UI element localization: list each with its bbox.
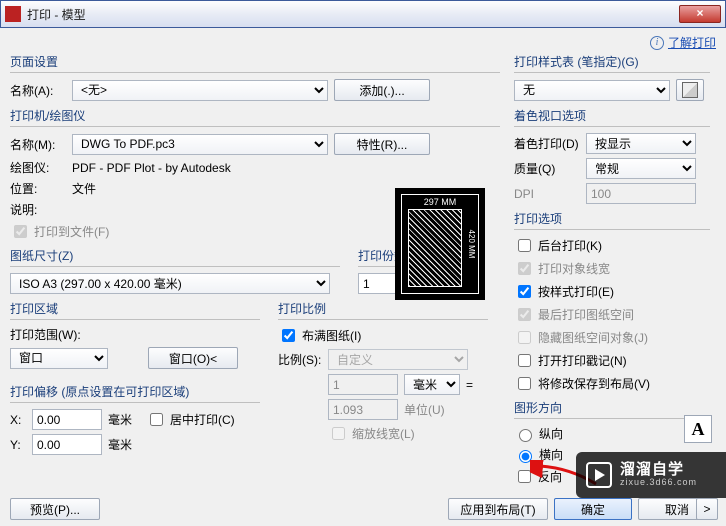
offset-y-input[interactable] [32,434,102,455]
scale-unit-label: 单位(U) [404,401,445,418]
plotter-label: 绘图仪: [10,159,66,176]
scale-den-input [328,399,398,420]
page-setup-name-label: 名称(A): [10,82,66,99]
add-page-setup-button[interactable]: 添加(.)... [334,79,430,101]
fit-to-paper-input[interactable] [282,329,295,342]
print-to-file-checkbox: 打印到文件(F) [10,222,109,241]
stamp-checkbox[interactable]: 打开打印戳记(N) [514,351,627,370]
preview-height-label: 420 MM [467,230,476,259]
style-table-title: 打印样式表 (笔指定)(G) [514,53,710,73]
offset-x-input[interactable] [32,409,102,430]
print-range-select[interactable]: 窗口 [10,348,108,369]
object-lineweight-checkbox: 打印对象线宽 [514,259,610,278]
shade-print-select[interactable]: 按显示 [586,133,696,154]
desc-label: 说明: [10,201,66,218]
window-pick-button[interactable]: 窗口(O)< [148,347,238,369]
viewport-title: 着色视口选项 [514,107,710,127]
print-range-label: 打印范围(W): [10,326,260,343]
by-style-checkbox[interactable]: 按样式打印(E) [514,282,614,301]
background-print-checkbox[interactable]: 后台打印(K) [514,236,602,255]
print-options-title: 打印选项 [514,210,710,230]
fit-to-paper-checkbox[interactable]: 布满图纸(I) [278,326,361,345]
print-area-title: 打印区域 [10,300,260,320]
dpi-label: DPI [514,187,580,201]
scale-ratio-select: 自定义 [328,349,468,370]
learn-print-link[interactable]: 了解打印 [668,34,716,51]
quality-label: 质量(Q) [514,160,580,177]
info-icon[interactable]: i [650,36,664,50]
where-value: 文件 [72,180,96,197]
page-setup-title: 页面设置 [10,53,500,73]
window-title: 打印 - 模型 [27,6,679,23]
preview-hatch [408,209,462,287]
pencil-icon [682,80,698,100]
scale-title: 打印比例 [278,300,488,320]
print-to-file-input [14,225,27,238]
style-table-edit-button[interactable] [676,79,704,101]
paper-preview: 297 MM 420 MM [395,188,485,300]
shade-print-label: 着色打印(D) [514,135,580,152]
scale-equals: = [466,378,473,392]
scale-unit-select[interactable]: 毫米 [404,374,460,395]
offset-y-label: Y: [10,438,26,452]
plotter-value: PDF - PDF Plot - by Autodesk [72,161,231,175]
scale-lineweight-input [332,427,345,440]
offset-y-unit: 毫米 [108,436,132,453]
reverse-checkbox[interactable]: 反向 [514,467,562,486]
space-last-checkbox: 最后打印图纸空间 [514,305,634,324]
printer-name-label: 名称(M): [10,136,66,153]
scale-num-input [328,374,398,395]
orientation-icon: A [684,415,712,443]
preview-button[interactable]: 预览(P)... [10,498,100,520]
titlebar: 打印 - 模型 × [0,0,726,28]
app-icon [5,6,21,22]
paper-size-select[interactable]: ISO A3 (297.00 x 420.00 毫米) [10,273,330,294]
ok-button[interactable]: 确定 [554,498,632,520]
quality-select[interactable]: 常规 [586,158,696,179]
paper-size-title: 图纸尺寸(Z) [10,247,340,267]
printer-properties-button[interactable]: 特性(R)... [334,133,430,155]
page-setup-name-select[interactable]: <无> [72,80,328,101]
portrait-radio[interactable]: 纵向 [514,425,563,442]
save-layout-checkbox[interactable]: 将修改保存到布局(V) [514,374,650,393]
apply-to-layout-button[interactable]: 应用到布局(T) [448,498,548,520]
close-button[interactable]: × [679,5,721,23]
orientation-title: 图形方向 [514,399,710,419]
center-print-checkbox[interactable]: 居中打印(C) [146,410,235,429]
preview-width-label: 297 MM [424,197,457,207]
hide-space-checkbox: 隐藏图纸空间对象(J) [514,328,648,347]
printer-name-select[interactable]: DWG To PDF.pc3 [72,134,328,155]
printer-title: 打印机/绘图仪 [10,107,500,127]
style-table-select[interactable]: 无 [514,80,670,101]
where-label: 位置: [10,180,66,197]
landscape-radio[interactable]: 横向 [514,446,563,463]
dpi-input [586,183,696,204]
scale-lineweight-checkbox: 缩放线宽(L) [328,424,415,443]
scale-ratio-label: 比例(S): [278,351,322,368]
offset-x-label: X: [10,413,26,427]
expand-button[interactable]: > [696,498,718,520]
center-print-input[interactable] [150,413,163,426]
offset-x-unit: 毫米 [108,411,132,428]
